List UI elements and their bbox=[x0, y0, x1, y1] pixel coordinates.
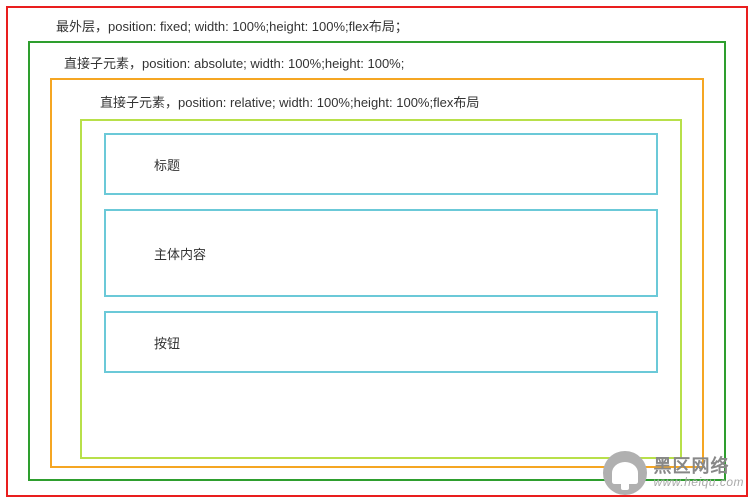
outer-fixed-layer: 最外层，position: fixed; width: 100%;height:… bbox=[6, 6, 748, 497]
watermark: 黑区网络 www.heiqu.com bbox=[603, 451, 744, 495]
absolute-child-label: 直接子元素，position: absolute; width: 100%;he… bbox=[64, 53, 704, 72]
outer-layer-label: 最外层，position: fixed; width: 100%;height:… bbox=[56, 16, 726, 35]
orange-container: 直接子元素，position: relative; width: 100%;he… bbox=[50, 78, 704, 468]
body-content-label: 主体内容 bbox=[154, 244, 206, 263]
mushroom-icon bbox=[612, 462, 638, 484]
button-box-label: 按钮 bbox=[154, 333, 180, 352]
button-box: 按钮 bbox=[104, 311, 658, 373]
green-container: 直接子元素，position: absolute; width: 100%;he… bbox=[28, 41, 726, 481]
watermark-brand: 黑区网络 bbox=[653, 457, 744, 477]
watermark-text: 黑区网络 www.heiqu.com bbox=[653, 457, 744, 490]
watermark-url: www.heiqu.com bbox=[653, 476, 744, 489]
yellowgreen-flex-container: 标题 主体内容 按钮 bbox=[80, 119, 682, 459]
title-box-label: 标题 bbox=[154, 155, 180, 174]
body-content-box: 主体内容 bbox=[104, 209, 658, 297]
watermark-logo-icon bbox=[603, 451, 647, 495]
title-box: 标题 bbox=[104, 133, 658, 195]
relative-child-label: 直接子元素，position: relative; width: 100%;he… bbox=[100, 92, 682, 111]
